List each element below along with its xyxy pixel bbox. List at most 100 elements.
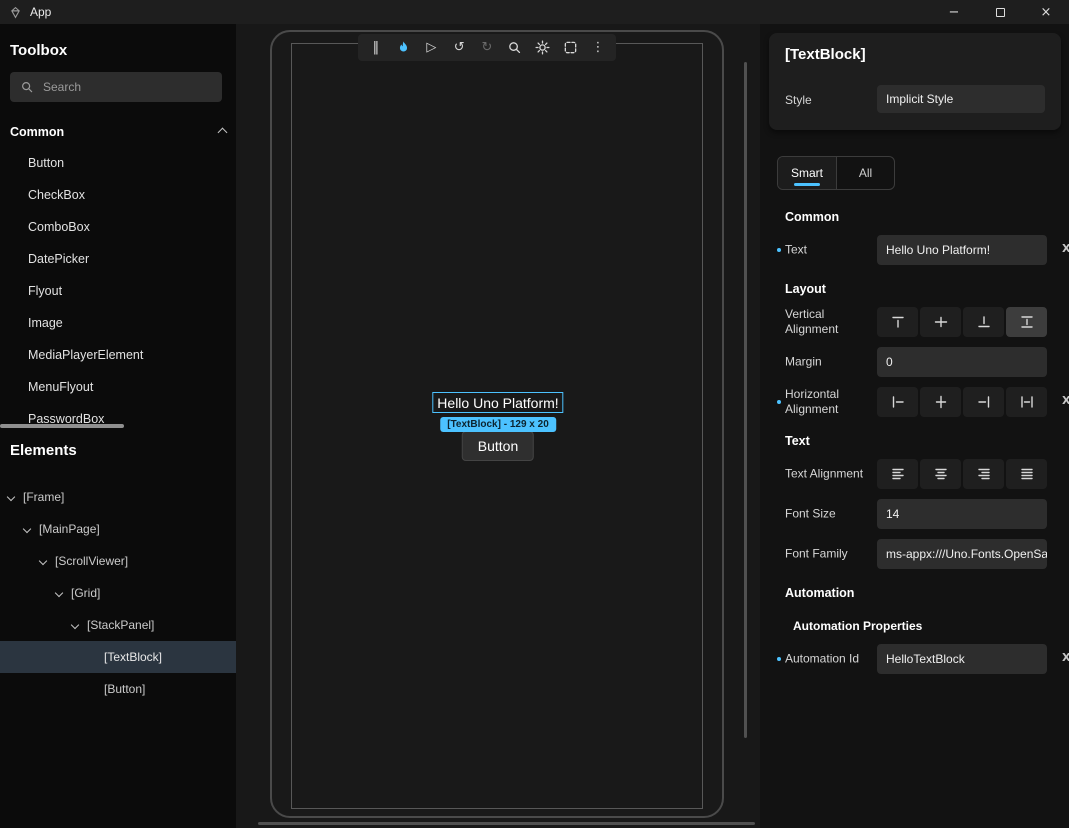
text-property-label: Text — [785, 243, 867, 258]
valign-stretch-button[interactable] — [1006, 307, 1047, 337]
maximize-button[interactable] — [977, 0, 1023, 24]
canvas-horizontal-scrollbar[interactable] — [258, 822, 755, 825]
toolbox-item-mediaplayerelement[interactable]: MediaPlayerElement — [0, 339, 236, 371]
toolbox-item-list: Button CheckBox ComboBox DatePicker Flyo… — [0, 147, 236, 435]
tree-item-label: [Frame] — [23, 490, 64, 504]
chevron-down-icon[interactable] — [39, 557, 47, 565]
text-align-right-button[interactable] — [963, 459, 1004, 489]
chevron-down-icon[interactable] — [7, 493, 15, 501]
style-label: Style — [785, 93, 812, 107]
minimize-button[interactable]: − — [931, 0, 977, 24]
halign-right-button[interactable] — [963, 387, 1004, 417]
tab-all[interactable]: All — [836, 157, 894, 189]
toolbox-item-combobox[interactable]: ComboBox — [0, 211, 236, 243]
valign-bottom-button[interactable] — [963, 307, 1004, 337]
reset-horizontal-alignment-button[interactable]: X — [1062, 394, 1069, 407]
toolbox-search[interactable] — [10, 72, 222, 102]
tree-item-mainpage[interactable]: [MainPage] — [0, 513, 236, 545]
element-tree: [Frame] [MainPage] [ScrollViewer] [Grid]… — [0, 481, 236, 705]
tree-item-scrollviewer[interactable]: [ScrollViewer] — [0, 545, 236, 577]
toolbox-item-checkbox[interactable]: CheckBox — [0, 179, 236, 211]
close-button[interactable]: × — [1023, 0, 1069, 24]
reset-automation-id-button[interactable]: X — [1062, 651, 1069, 664]
font-family-input[interactable]: ms-appx:///Uno.Fonts.OpenSan — [877, 539, 1047, 569]
tab-smart[interactable]: Smart — [778, 157, 836, 189]
selection-tool-icon[interactable] — [558, 36, 582, 60]
section-automation: Automation — [785, 586, 854, 600]
halign-center-button[interactable] — [920, 387, 961, 417]
hot-reload-flame-icon[interactable] — [392, 36, 416, 60]
chevron-down-icon[interactable] — [55, 589, 63, 597]
subsection-automation-properties: Automation Properties — [793, 619, 922, 633]
style-value-field[interactable]: Implicit Style — [877, 85, 1045, 113]
tree-item-label: [StackPanel] — [87, 618, 154, 632]
toolbox-title: Toolbox — [10, 42, 67, 59]
tree-item-stackpanel[interactable]: [StackPanel] — [0, 609, 236, 641]
text-property-input[interactable]: Hello Uno Platform! — [877, 235, 1047, 265]
theme-sun-icon[interactable] — [530, 36, 554, 60]
search-icon — [20, 80, 34, 94]
drag-handle-icon[interactable]: ‖ — [364, 36, 388, 60]
halign-left-button[interactable] — [877, 387, 918, 417]
toolbox-horizontal-scrollbar[interactable] — [0, 424, 124, 428]
reset-text-button[interactable]: X — [1062, 242, 1069, 255]
property-row-text-alignment: Text Alignment — [760, 459, 1069, 489]
font-family-label: Font Family — [785, 547, 867, 562]
more-options-icon[interactable]: ⋮ — [586, 36, 610, 60]
inspect-element-icon[interactable] — [503, 36, 527, 60]
text-property-value: Hello Uno Platform! — [886, 243, 990, 257]
valign-center-button[interactable] — [920, 307, 961, 337]
toolbox-item-image[interactable]: Image — [0, 307, 236, 339]
toolbox-item-flyout[interactable]: Flyout — [0, 275, 236, 307]
modified-indicator-dot — [777, 657, 781, 661]
canvas-vertical-scrollbar[interactable] — [744, 62, 747, 738]
redo-icon[interactable]: ↻ — [475, 36, 499, 60]
tree-item-label: [MainPage] — [39, 522, 100, 536]
toolbox-section-common[interactable]: Common — [0, 118, 236, 146]
modified-indicator-dot — [777, 248, 781, 252]
text-alignment-label: Text Alignment — [785, 467, 867, 482]
left-sidebar: Toolbox Common Button CheckBox ComboBox … — [0, 24, 236, 828]
property-row-vertical-alignment: Vertical Alignment — [760, 307, 1069, 337]
property-row-font-family: Font Family ms-appx:///Uno.Fonts.OpenSan — [760, 539, 1069, 569]
active-tab-underline — [794, 183, 820, 186]
tree-item-frame[interactable]: [Frame] — [0, 481, 236, 513]
text-align-left-button[interactable] — [877, 459, 918, 489]
margin-value: 0 — [886, 355, 893, 369]
text-alignment-group — [877, 459, 1047, 489]
tree-item-textblock[interactable]: [TextBlock] — [0, 641, 236, 673]
valign-top-button[interactable] — [877, 307, 918, 337]
chevron-down-icon[interactable] — [23, 525, 31, 533]
canvas-textblock-selected[interactable]: Hello Uno Platform! — [432, 392, 563, 413]
toolbox-item-button[interactable]: Button — [0, 147, 236, 179]
toolbox-item-datepicker[interactable]: DatePicker — [0, 243, 236, 275]
chevron-down-icon[interactable] — [71, 621, 79, 629]
horizontal-alignment-group — [877, 387, 1047, 417]
undo-icon[interactable]: ↺ — [447, 36, 471, 60]
tree-item-label: [TextBlock] — [104, 650, 162, 664]
search-input[interactable] — [43, 80, 203, 94]
design-toolbar: ‖ ▷ ↺ ↻ ⋮ — [358, 34, 616, 61]
tree-item-button[interactable]: [Button] — [0, 673, 236, 705]
common-section-label: Common — [10, 125, 64, 139]
tree-item-label: [ScrollViewer] — [55, 554, 128, 568]
toolbox-item-menuflyout[interactable]: MenuFlyout — [0, 371, 236, 403]
close-icon: × — [1041, 5, 1052, 20]
property-row-horizontal-alignment: Horizontal Alignment — [760, 387, 1069, 417]
tree-item-grid[interactable]: [Grid] — [0, 577, 236, 609]
chevron-up-icon — [218, 127, 228, 137]
app-title: App — [30, 5, 51, 19]
text-align-center-button[interactable] — [920, 459, 961, 489]
style-value: Implicit Style — [886, 92, 953, 106]
canvas-button-control[interactable]: Button — [462, 431, 534, 461]
titlebar: App − × — [0, 0, 1069, 24]
play-icon[interactable]: ▷ — [419, 36, 443, 60]
margin-input[interactable]: 0 — [877, 347, 1047, 377]
toolbox-item-passwordbox[interactable]: PasswordBox — [0, 403, 236, 435]
window-controls: − × — [931, 0, 1069, 24]
automation-id-input[interactable]: HelloTextBlock — [877, 644, 1047, 674]
font-size-value: 14 — [886, 507, 899, 521]
text-align-justify-button[interactable] — [1006, 459, 1047, 489]
halign-stretch-button[interactable] — [1006, 387, 1047, 417]
font-size-input[interactable]: 14 — [877, 499, 1047, 529]
